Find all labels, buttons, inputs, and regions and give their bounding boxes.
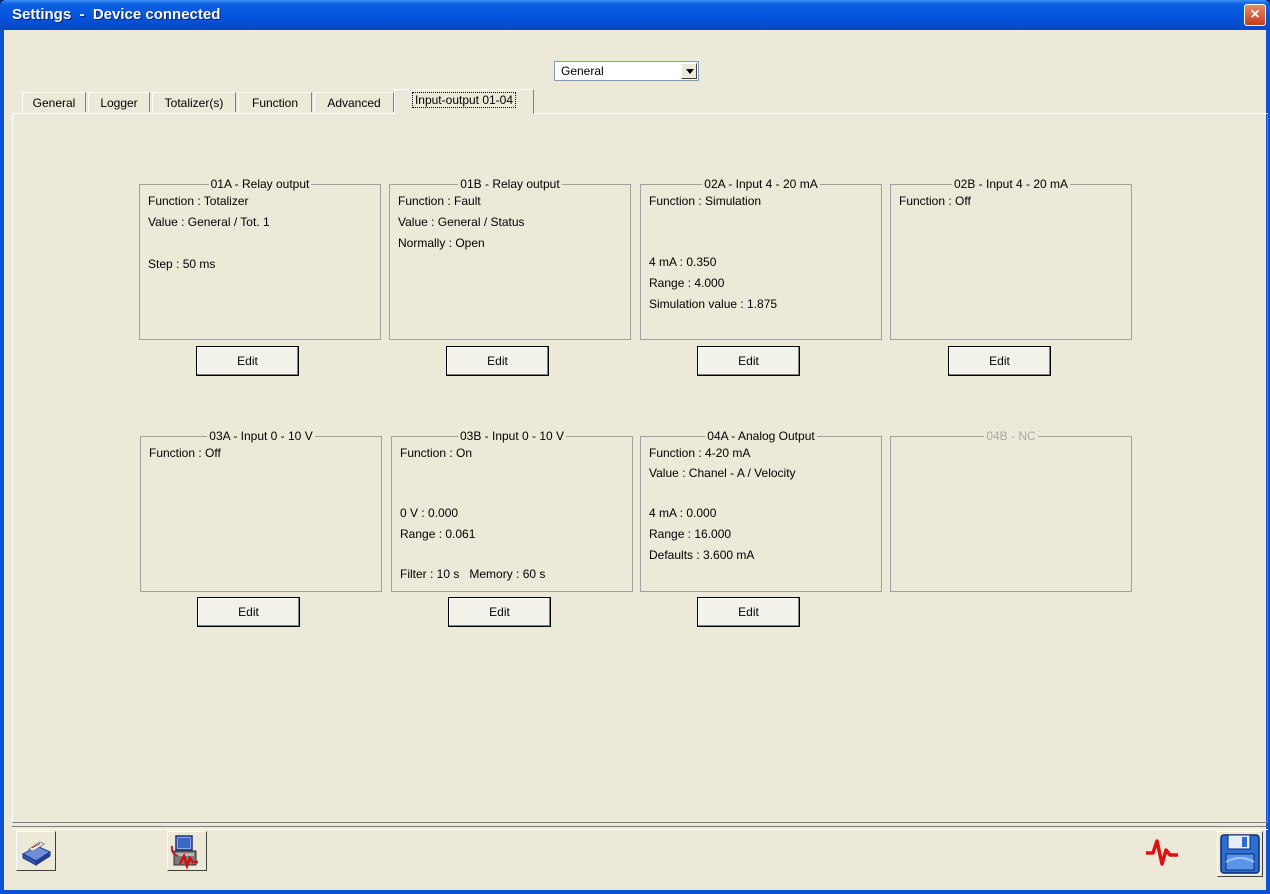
group-line: Normally : Open	[398, 236, 485, 250]
group-line: Value : General / Tot. 1	[148, 215, 270, 229]
tab-logger[interactable]: Logger	[88, 92, 150, 112]
view-select[interactable]: General	[554, 61, 699, 81]
footer-divider	[12, 826, 1268, 830]
edit-button-01a[interactable]: Edit	[196, 346, 299, 376]
group-line: Function : 4-20 mA	[649, 446, 751, 460]
group-line: Range : 0.061	[400, 527, 476, 541]
tab-label: Function	[251, 96, 299, 110]
tab-label: Logger	[100, 96, 138, 110]
signal-pulse-icon[interactable]	[1145, 836, 1179, 871]
view-select-value: General	[561, 64, 604, 78]
edit-button-04a[interactable]: Edit	[697, 597, 800, 627]
tab-advanced[interactable]: Advanced	[314, 92, 394, 112]
group-line: Function : Off	[149, 446, 221, 460]
io-group-02b: 02B - Input 4 - 20 mA Function : Off	[890, 177, 1132, 340]
tab-label: Advanced	[327, 96, 381, 110]
group-line: 4 mA : 0.350	[649, 255, 717, 269]
settings-window: Settings - Device connected × General Ge…	[0, 0, 1270, 894]
edit-button-02a[interactable]: Edit	[697, 346, 800, 376]
io-group-03a: 03A - Input 0 - 10 V Function : Off	[140, 429, 382, 592]
group-line: Simulation value : 1.875	[649, 297, 778, 311]
group-line: Range : 4.000	[649, 276, 725, 290]
io-group-01b: 01B - Relay output Function : Fault Valu…	[389, 177, 631, 340]
io-group-04b: 04B - NC	[890, 429, 1132, 592]
group-title: 03B - Input 0 - 10 V	[457, 429, 567, 443]
floppy-disk-icon	[1218, 834, 1262, 879]
group-line: Value : Chanel - A / Velocity	[649, 466, 796, 480]
save-button[interactable]	[1217, 831, 1263, 877]
group-line: Function : Fault	[398, 194, 481, 208]
group-title: 04A - Analog Output	[705, 429, 817, 443]
group-line: Function : On	[400, 446, 473, 460]
print-button[interactable]	[16, 831, 56, 871]
title-bar[interactable]: Settings - Device connected ×	[0, 0, 1270, 30]
io-group-01a: 01A - Relay output Function : Totalizer …	[139, 177, 381, 340]
io-group-03b: 03B - Input 0 - 10 V Function : On 0 V :…	[391, 429, 633, 592]
group-title: 02B - Input 4 - 20 mA	[951, 177, 1071, 191]
group-title: 04B - NC	[984, 429, 1038, 443]
group-line: Range : 16.000	[649, 527, 732, 541]
tab-label: Input-output 01-04	[411, 92, 517, 108]
edit-button-01b[interactable]: Edit	[446, 346, 549, 376]
group-line: Value : General / Status	[398, 215, 525, 229]
input-output-panel: 01A - Relay output Function : Totalizer …	[12, 113, 1268, 823]
group-title: 03A - Input 0 - 10 V	[207, 429, 315, 443]
group-line: Step : 50 ms	[148, 257, 216, 271]
group-title: 02A - Input 4 - 20 mA	[702, 177, 820, 191]
io-group-02a: 02A - Input 4 - 20 mA Function : Simulat…	[640, 177, 882, 340]
tab-label: General	[32, 96, 76, 110]
group-line: Function : Totalizer	[148, 194, 249, 208]
tab-totalizers[interactable]: Totalizer(s)	[152, 92, 236, 112]
group-line: 4 mA : 0.000	[649, 506, 717, 520]
group-line: Filter : 10 s Memory : 60 s	[400, 567, 546, 581]
device-button[interactable]	[167, 831, 207, 871]
edit-button-03a[interactable]: Edit	[197, 597, 300, 627]
group-line: Function : Simulation	[649, 194, 762, 208]
tab-input-output[interactable]: Input-output 01-04	[394, 89, 534, 114]
io-group-04a: 04A - Analog Output Function : 4-20 mA V…	[640, 429, 882, 592]
group-title: 01B - Relay output	[458, 177, 562, 191]
group-line: Function : Off	[899, 194, 971, 208]
close-button[interactable]: ×	[1244, 4, 1266, 26]
group-line: Defaults : 3.600 mA	[649, 548, 755, 562]
group-title: 01A - Relay output	[208, 177, 312, 191]
group-line: 0 V : 0.000	[400, 506, 459, 520]
window-title: Settings - Device connected	[12, 6, 221, 23]
chevron-down-icon[interactable]	[681, 63, 697, 79]
device-monitor-icon	[168, 835, 206, 873]
edit-button-02b[interactable]: Edit	[948, 346, 1051, 376]
edit-button-03b[interactable]: Edit	[448, 597, 551, 627]
tab-label: Totalizer(s)	[164, 96, 224, 110]
tab-function[interactable]: Function	[238, 92, 312, 112]
printer-icon	[17, 841, 55, 873]
tab-general[interactable]: General	[22, 92, 86, 112]
